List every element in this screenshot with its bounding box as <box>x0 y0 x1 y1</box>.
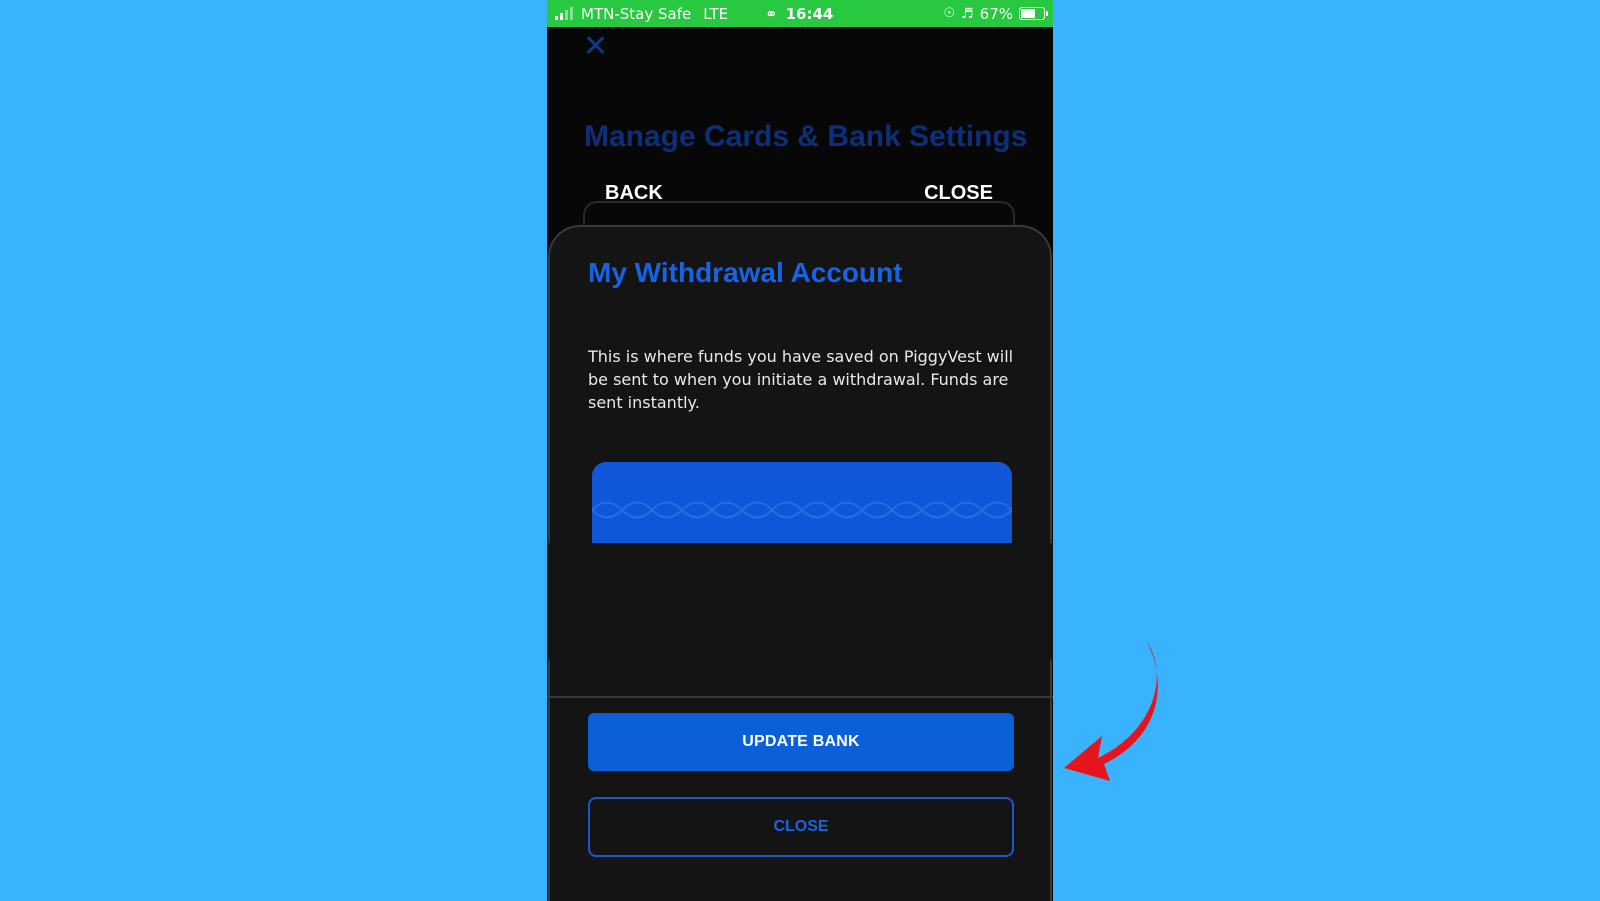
update-bank-button[interactable]: UPDATE BANK <box>588 713 1014 771</box>
sheet-title: My Withdrawal Account <box>588 257 903 288</box>
divider <box>547 696 1053 698</box>
battery-percent: 67% <box>979 4 1013 23</box>
status-bar: MTN-Stay Safe LTE ⚭ 16:44 ☉ ♬ 67% <box>547 0 1053 27</box>
carrier-name: MTN-Stay Safe <box>581 4 692 23</box>
headphones-icon: ♬ <box>961 5 974 22</box>
close-x-icon[interactable]: ✕ <box>583 32 608 62</box>
phone-screen: MTN-Stay Safe LTE ⚭ 16:44 ☉ ♬ 67% ✕ Mana… <box>547 0 1053 901</box>
link-icon: ⚭ <box>765 4 778 23</box>
page-title: Manage Cards & Bank Settings <box>584 120 1028 153</box>
sheet-description: This is where funds you have saved on Pi… <box>588 347 1014 412</box>
red-arrow-annotation <box>1064 640 1158 781</box>
signal-icon <box>555 7 573 20</box>
network-type: LTE <box>703 4 729 23</box>
orientation-lock-icon: ☉ <box>943 6 956 21</box>
sheet-close-button[interactable]: CLOSE <box>588 797 1014 857</box>
redacted-area <box>547 543 1053 660</box>
card-pattern <box>592 501 1012 519</box>
status-time: 16:44 <box>785 4 834 23</box>
battery-icon <box>1019 7 1048 20</box>
